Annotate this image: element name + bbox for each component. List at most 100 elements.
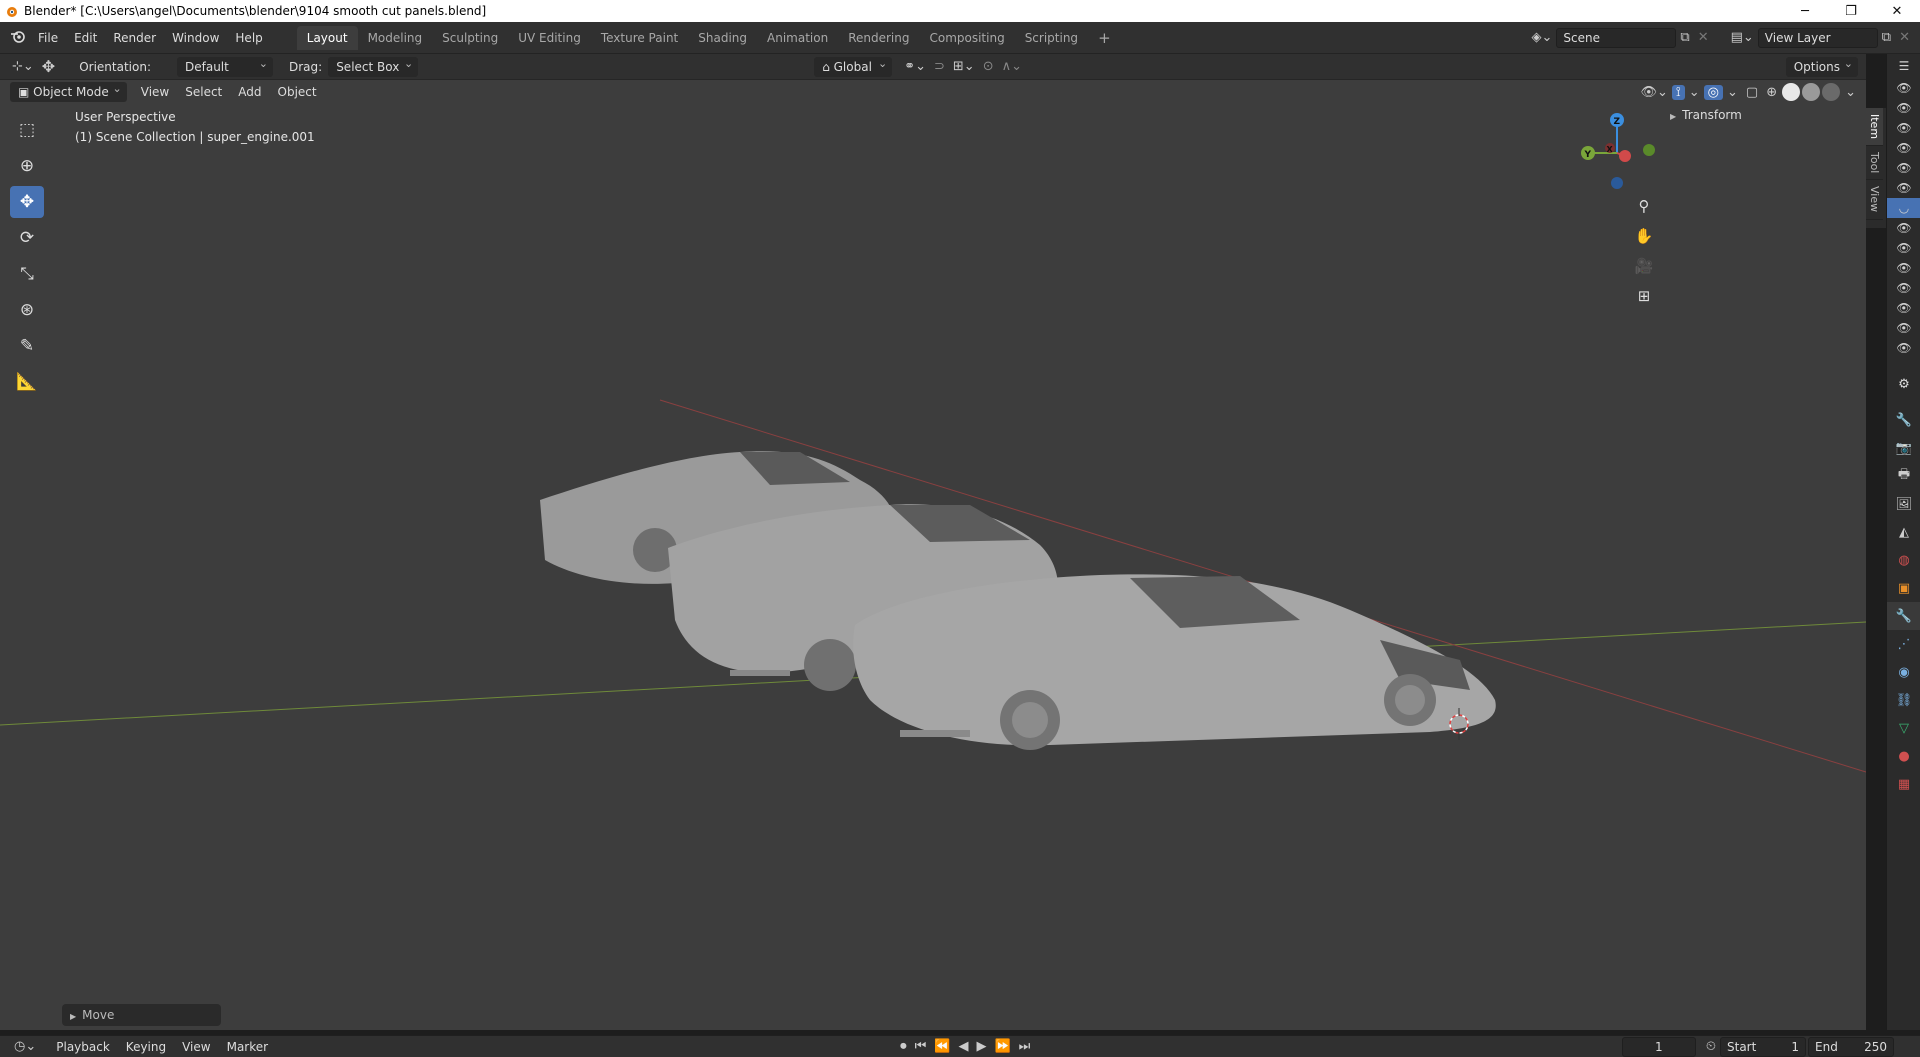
object-mode-dropdown[interactable]: ▣ Object Mode xyxy=(10,80,127,102)
visibility-eye-icon[interactable]: 👁 xyxy=(1887,178,1920,198)
prev-keyframe-icon[interactable]: ⏪ xyxy=(930,1039,954,1054)
visibility-eye-icon[interactable]: 👁 xyxy=(1887,318,1920,338)
select-box-icon[interactable]: ⬚ xyxy=(10,114,44,146)
material-preview-icon[interactable] xyxy=(1802,83,1821,101)
menu-window[interactable]: Window xyxy=(164,27,227,49)
visibility-eye-icon[interactable]: 👁 xyxy=(1887,338,1920,358)
tab-shading[interactable]: Shading xyxy=(688,26,757,50)
end-frame-field[interactable]: End 250 xyxy=(1808,1036,1894,1057)
sidebar-tab-tool[interactable]: Tool xyxy=(1866,146,1883,181)
shading-dropdown-icon[interactable]: ⌄ xyxy=(1841,85,1860,100)
overlays-dropdown-icon[interactable]: ⌄ xyxy=(1723,85,1742,100)
blender-menu-icon[interactable] xyxy=(6,29,30,47)
timeline-menu-playback[interactable]: Playback xyxy=(48,1040,118,1054)
transform-orientation-dropdown[interactable]: ⌂ Global xyxy=(814,54,893,77)
3d-viewport[interactable]: ▣ Object Mode View Select Add Object 👁⌄ … xyxy=(0,80,1866,1030)
show-gizmo-icon[interactable]: ⟟ xyxy=(1671,84,1685,100)
proportional-falloff-icon[interactable]: ∧⌄ xyxy=(998,59,1026,74)
scene-selector[interactable]: Scene xyxy=(1556,27,1677,48)
visibility-eye-icon[interactable]: 👁 xyxy=(1887,278,1920,298)
material-properties-icon[interactable]: ● xyxy=(1887,742,1920,770)
gizmo-dropdown-icon[interactable]: ⌄ xyxy=(1685,85,1704,100)
pan-hand-icon[interactable]: ✋ xyxy=(1631,223,1657,249)
delete-view-layer-icon[interactable]: ✕ xyxy=(1895,30,1914,45)
annotate-tool-icon[interactable]: ✎ xyxy=(10,330,44,362)
restore-button[interactable]: ❐ xyxy=(1828,0,1874,22)
transform-tool-icon[interactable]: ⊛ xyxy=(10,294,44,326)
scene-properties-icon[interactable]: ◭ xyxy=(1887,518,1920,546)
jump-end-icon[interactable]: ⏭ xyxy=(1015,1039,1035,1054)
menu-edit[interactable]: Edit xyxy=(66,27,105,49)
timeline-editor-type-icon[interactable]: ◷⌄ xyxy=(10,1039,40,1054)
viewport-menu-add[interactable]: Add xyxy=(230,85,269,99)
start-frame-field[interactable]: Start 1 xyxy=(1720,1036,1806,1057)
output-properties-icon[interactable]: 🖶 xyxy=(1887,462,1920,490)
transform-panel-header[interactable]: ▶ Transform xyxy=(1670,104,1860,126)
tab-uv-editing[interactable]: UV Editing xyxy=(508,26,591,50)
world-properties-icon[interactable]: ◍ xyxy=(1887,546,1920,574)
new-scene-icon[interactable]: ⧉ xyxy=(1676,30,1693,45)
data-properties-icon[interactable]: ▽ xyxy=(1887,714,1920,742)
timeline-menu-keying[interactable]: Keying xyxy=(118,1040,174,1054)
add-workspace-button[interactable]: + xyxy=(1088,26,1121,50)
visibility-selectability-icon[interactable]: 👁⌄ xyxy=(1636,85,1671,100)
tab-modeling[interactable]: Modeling xyxy=(358,26,433,50)
wireframe-shading-icon[interactable]: ⊕ xyxy=(1762,85,1781,100)
visibility-eye-icon[interactable]: 👁 xyxy=(1887,238,1920,258)
jump-start-icon[interactable]: ⏮ xyxy=(911,1039,931,1054)
solid-shading-icon[interactable] xyxy=(1782,83,1801,101)
sidebar-tab-view[interactable]: View xyxy=(1866,180,1883,220)
record-icon[interactable]: ⏺ xyxy=(896,1039,911,1054)
scene-icon[interactable]: ◈⌄ xyxy=(1528,30,1557,45)
editor-type-icon[interactable]: ⊹⌄ xyxy=(8,59,38,74)
properties-editor-icon[interactable]: ⚙ xyxy=(1887,370,1920,398)
snap-target-icon[interactable]: ⊞⌄ xyxy=(949,59,979,74)
visibility-eye-icon[interactable]: 👁 xyxy=(1887,218,1920,238)
visibility-eye-icon[interactable]: 👁 xyxy=(1887,138,1920,158)
texture-properties-icon[interactable]: ▦ xyxy=(1887,770,1920,798)
tab-layout[interactable]: Layout xyxy=(296,25,358,50)
rendered-shading-icon[interactable] xyxy=(1822,83,1841,101)
view-layer-icon[interactable]: ▤⌄ xyxy=(1727,30,1758,45)
rotate-tool-icon[interactable]: ⟳ xyxy=(10,222,44,254)
tab-texture-paint[interactable]: Texture Paint xyxy=(591,26,688,50)
next-keyframe-icon[interactable]: ⏩ xyxy=(990,1039,1014,1054)
show-overlays-icon[interactable]: ◎ xyxy=(1703,84,1723,100)
current-frame-field[interactable]: 1 xyxy=(1621,1036,1696,1057)
viewport-menu-view[interactable]: View xyxy=(133,85,177,99)
new-view-layer-icon[interactable]: ⧉ xyxy=(1878,30,1895,45)
options-dropdown[interactable]: Options xyxy=(1785,54,1858,77)
orientation-dropdown[interactable]: Default xyxy=(177,54,273,77)
visibility-eye-icon[interactable]: ◡ xyxy=(1887,198,1920,218)
tab-compositing[interactable]: Compositing xyxy=(919,26,1014,50)
cursor-tool-icon[interactable]: ⊕ xyxy=(10,150,44,182)
visibility-eye-icon[interactable]: 👁 xyxy=(1887,258,1920,278)
visibility-eye-icon[interactable]: 👁 xyxy=(1887,298,1920,318)
minimize-button[interactable]: ─ xyxy=(1782,0,1828,22)
tab-animation[interactable]: Animation xyxy=(757,26,838,50)
move-tool-button-icon[interactable]: ✥ xyxy=(10,186,44,218)
proportional-editing-icon[interactable]: ⊙ xyxy=(979,59,998,74)
snap-toggle-icon[interactable]: ⊃ xyxy=(930,59,949,74)
scale-tool-icon[interactable]: ⤡ xyxy=(10,258,44,290)
pivot-point-icon[interactable]: ⚭⌄ xyxy=(900,59,930,74)
play-icon[interactable]: ▶ xyxy=(972,1039,990,1054)
tab-sculpting[interactable]: Sculpting xyxy=(432,26,508,50)
preview-range-icon[interactable]: ⏲ xyxy=(1702,1039,1720,1054)
menu-render[interactable]: Render xyxy=(105,27,164,49)
visibility-eye-icon[interactable]: 👁 xyxy=(1887,98,1920,118)
tool-properties-icon[interactable]: 🔧 xyxy=(1887,406,1920,434)
object-properties-icon[interactable]: ▣ xyxy=(1887,574,1920,602)
tab-scripting[interactable]: Scripting xyxy=(1015,26,1088,50)
drag-dropdown[interactable]: Select Box xyxy=(328,54,419,77)
view-layer-selector[interactable]: View Layer xyxy=(1757,27,1878,48)
visibility-eye-icon[interactable]: 👁 xyxy=(1887,118,1920,138)
menu-file[interactable]: File xyxy=(30,27,66,49)
delete-scene-icon[interactable]: ✕ xyxy=(1694,30,1713,45)
measure-tool-icon[interactable]: 📐 xyxy=(10,366,44,398)
physics-properties-icon[interactable]: ◉ xyxy=(1887,658,1920,686)
viewport-menu-object[interactable]: Object xyxy=(270,85,325,99)
modifier-properties-icon[interactable]: 🔧 xyxy=(1887,602,1920,630)
menu-help[interactable]: Help xyxy=(227,27,270,49)
close-button[interactable]: ✕ xyxy=(1874,0,1920,22)
